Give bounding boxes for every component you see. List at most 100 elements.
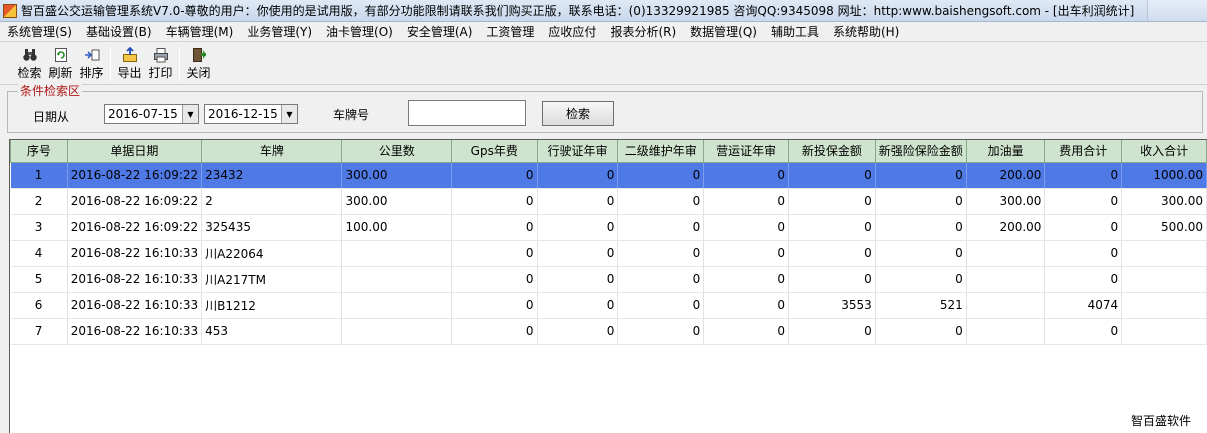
column-header[interactable]: 新强险保险金额 [874, 140, 967, 163]
table-cell: 0 [703, 188, 790, 215]
table-cell: 2016-08-22 16:09:22 [67, 214, 203, 241]
menu-business[interactable]: 业务管理(Y) [240, 22, 319, 42]
refresh-tool-button[interactable]: 刷新 [45, 43, 76, 83]
table-cell: 2016-08-22 16:09:22 [67, 162, 203, 189]
table-cell: 5 [10, 266, 68, 293]
menu-fuel-card[interactable]: 油卡管理(O) [319, 22, 400, 42]
table-cell: 0 [703, 214, 790, 241]
table-cell: 4 [10, 240, 68, 267]
plate-label: 车牌号 [333, 108, 370, 122]
menu-vehicle[interactable]: 车辆管理(M) [159, 22, 241, 42]
table-row[interactable]: 7 2016-08-22 16:10:33 453 0 0 0 0 0 0 0 [10, 318, 1207, 345]
table-cell: 0 [537, 188, 619, 215]
table-cell: 0 [1044, 266, 1123, 293]
table-cell [966, 318, 1046, 345]
table-cell: 300.00 [1121, 188, 1207, 215]
column-header[interactable]: 加油量 [965, 140, 1046, 163]
table-cell [1121, 240, 1207, 267]
column-header[interactable]: 二级维护年审 [617, 140, 705, 163]
table-cell: 0 [537, 214, 619, 241]
table-cell: 0 [451, 240, 538, 267]
table-cell: 0 [703, 292, 790, 319]
column-header[interactable]: 车牌 [201, 140, 343, 163]
menu-reports[interactable]: 报表分析(R) [603, 22, 683, 42]
filter-legend: 条件检索区 [18, 84, 83, 98]
table-row[interactable]: 2 2016-08-22 16:09:22 2 300.00 0 0 0 0 0 0 300.00 0… [10, 188, 1207, 215]
search-tool-label: 检索 [17, 66, 42, 80]
table-header-row: 序号 单据日期 车牌 公里数 Gps年费 行驶证年审 二级维护年审 营运证年审 … [10, 140, 1207, 163]
sort-icon [84, 47, 100, 63]
table-cell [966, 266, 1046, 293]
column-header[interactable]: Gps年费 [450, 140, 538, 163]
table-cell: 2016-08-22 16:10:33 [67, 240, 203, 267]
chevron-down-icon[interactable]: ▼ [182, 105, 198, 123]
filter-group: 条件检索区 日期从 2016-07-15 ▼ 2016-12-15 ▼ 车牌号 … [7, 84, 1203, 133]
menu-tools[interactable]: 辅助工具 [764, 22, 826, 42]
menu-basic-settings[interactable]: 基础设置(B) [79, 22, 159, 42]
app-icon [3, 3, 17, 18]
menu-help[interactable]: 系统帮助(H) [826, 22, 906, 42]
table-cell: 7 [10, 318, 68, 345]
menu-receivables[interactable]: 应收应付 [541, 22, 603, 42]
column-header[interactable]: 新投保金额 [788, 140, 876, 163]
refresh-icon [53, 47, 69, 63]
search-button[interactable]: 检索 [542, 101, 614, 126]
search-tool-button[interactable]: 检索 [14, 43, 45, 83]
table-row[interactable]: 6 2016-08-22 16:10:33 川B1212 0 0 0 0 3553 521 407… [10, 292, 1207, 319]
table-cell: 300.00 [341, 162, 452, 189]
sort-tool-button[interactable]: 排序 [76, 43, 107, 83]
table-cell: 0 [451, 214, 538, 241]
table-cell: 0 [451, 318, 538, 345]
table-row[interactable]: 3 2016-08-22 16:09:22 325435 100.00 0 0 0 0 0 0 20… [10, 214, 1207, 241]
table-row[interactable]: 1 2016-08-22 16:09:22 23432 300.00 0 0 0 0 0 0 200… [10, 162, 1207, 189]
date-from-picker[interactable]: 2016-07-15 ▼ [104, 104, 199, 124]
table-cell: 川A22064 [201, 240, 343, 267]
column-header[interactable]: 序号 [10, 140, 68, 163]
table-cell: 0 [1044, 162, 1123, 189]
table-cell: 0 [617, 292, 705, 319]
table-cell [341, 318, 452, 345]
table-cell: 0 [788, 266, 876, 293]
print-tool-button[interactable]: 打印 [145, 43, 176, 83]
column-header[interactable]: 公里数 [341, 140, 452, 163]
plate-input[interactable] [408, 100, 526, 126]
column-header[interactable]: 营运证年审 [703, 140, 790, 163]
table-cell: 3 [10, 214, 68, 241]
table-cell: 0 [1044, 214, 1123, 241]
menu-payroll[interactable]: 工资管理 [479, 22, 541, 42]
table-cell: 0 [788, 318, 876, 345]
table-cell: 0 [617, 266, 705, 293]
table-cell [1121, 292, 1207, 319]
table-row[interactable]: 4 2016-08-22 16:10:33 川A22064 0 0 0 0 0 0 0 [10, 240, 1207, 267]
table-cell: 2016-08-22 16:10:33 [67, 318, 203, 345]
column-header[interactable]: 费用合计 [1044, 140, 1123, 163]
table-cell: 0 [537, 318, 619, 345]
toolbar: 检索 刷新 排序 导出 打印 关闭 [0, 43, 1207, 85]
column-header[interactable]: 单据日期 [66, 140, 203, 163]
date-to-picker[interactable]: 2016-12-15 ▼ [204, 104, 298, 124]
table-cell: 0 [788, 240, 876, 267]
table-cell [341, 292, 452, 319]
table-cell: 0 [875, 162, 967, 189]
column-header[interactable]: 收入合计 [1121, 140, 1207, 163]
menu-system[interactable]: 系统管理(S) [0, 22, 79, 42]
table-cell: 0 [875, 266, 967, 293]
table-cell: 3553 [788, 292, 876, 319]
column-header[interactable]: 行驶证年审 [536, 140, 619, 163]
table-cell: 325435 [201, 214, 343, 241]
table-cell: 0 [617, 162, 705, 189]
table-cell: 200.00 [966, 162, 1046, 189]
data-grid[interactable]: 序号 单据日期 车牌 公里数 Gps年费 行驶证年审 二级维护年审 营运证年审 … [9, 139, 1207, 433]
table-row[interactable]: 5 2016-08-22 16:10:33 川A217TM 0 0 0 0 0 0 0 [10, 266, 1207, 293]
table-cell [966, 240, 1046, 267]
table-cell: 0 [703, 162, 790, 189]
table-cell: 0 [451, 188, 538, 215]
menu-safety[interactable]: 安全管理(A) [400, 22, 480, 42]
table-cell: 0 [703, 266, 790, 293]
chevron-down-icon[interactable]: ▼ [281, 105, 297, 123]
export-tool-button[interactable]: 导出 [114, 43, 145, 83]
menu-data[interactable]: 数据管理(Q) [683, 22, 764, 42]
table-cell [1121, 266, 1207, 293]
window-controls[interactable] [1147, 0, 1207, 21]
close-tool-button[interactable]: 关闭 [183, 43, 214, 83]
